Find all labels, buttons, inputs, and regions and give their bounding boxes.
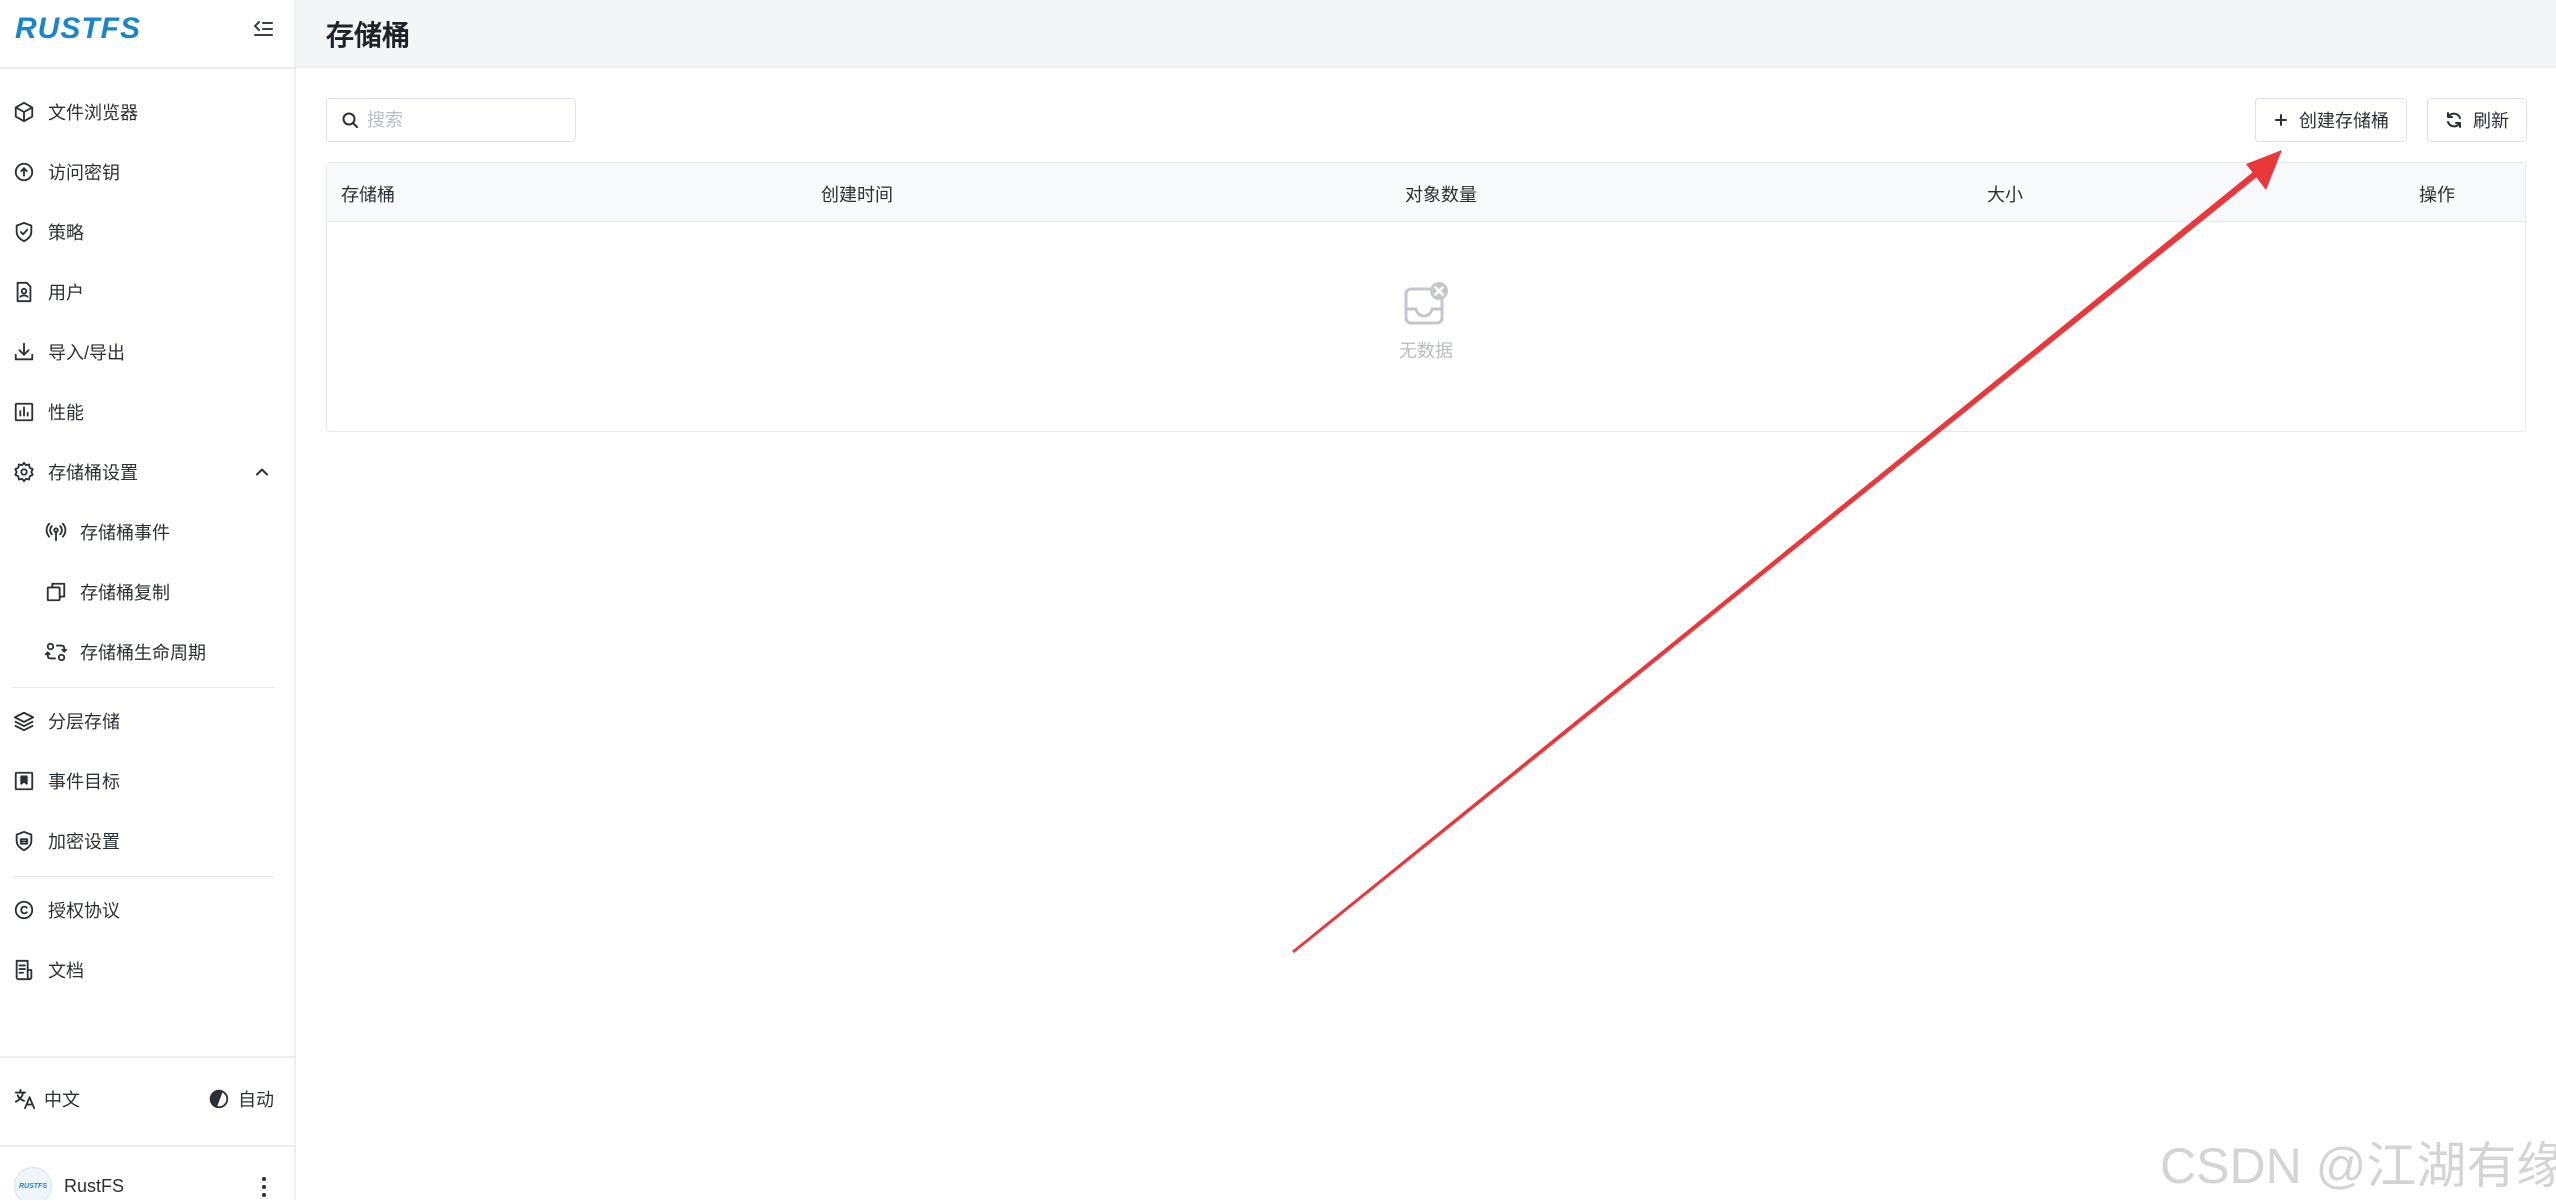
user-more-button[interactable] [252, 1172, 276, 1200]
column-header-actions: 操作 [2419, 185, 2455, 205]
brand-divider [0, 67, 296, 69]
plus-icon [2275, 114, 2287, 126]
nav-divider [12, 687, 274, 688]
bookmark-icon [12, 769, 36, 793]
sidebar-item-label: 事件目标 [48, 772, 120, 792]
more-vertical-icon [262, 1177, 266, 1197]
sidebar-item-event-targets[interactable]: 事件目标 [0, 759, 294, 803]
user-name: RustFS [64, 1175, 125, 1196]
sidebar-item-label: 用户 [48, 283, 84, 303]
sidebar-item-label: 分层存储 [48, 712, 120, 732]
broadcast-icon [44, 520, 68, 544]
app-root: RUSTFS 文件浏览器 访问密钥 策略 用户 导入/导出 性能 存储桶设置 存… [0, 0, 2556, 1200]
sidebar-item-label: 加密设置 [48, 832, 120, 852]
sidebar-item-label: 性能 [48, 403, 84, 423]
refresh-icon [2447, 112, 2461, 128]
watermark: CSDN @江湖有缘 [2160, 1138, 2556, 1194]
empty-inbox-icon [1404, 282, 1448, 325]
topbar: 存储桶 [296, 0, 2556, 68]
box-icon [12, 100, 36, 124]
search-box[interactable] [326, 98, 576, 142]
sidebar-item-bucket-settings[interactable]: 存储桶设置 [0, 450, 294, 494]
create-bucket-label: 创建存储桶 [2299, 111, 2389, 131]
sidebar-item-access-keys[interactable]: 访问密钥 [0, 150, 294, 194]
sidebar-item-label: 策略 [48, 223, 84, 243]
theme-label: 自动 [238, 1090, 274, 1110]
avatar: RUSTFS [14, 1167, 52, 1200]
sidebar-item-import-export[interactable]: 导入/导出 [0, 330, 294, 374]
key-circle-icon [12, 160, 36, 184]
search-input[interactable] [365, 108, 565, 132]
sidebar-item-label: 存储桶设置 [48, 463, 138, 483]
language-label: 中文 [44, 1090, 80, 1110]
brand-logo[interactable]: RUSTFS [15, 12, 141, 46]
user-file-icon [12, 280, 36, 304]
sidebar-item-policies[interactable]: 策略 [0, 210, 294, 254]
sidebar-item-label: 存储桶事件 [80, 523, 170, 543]
copyright-icon [12, 898, 36, 922]
column-header-object-count[interactable]: 对象数量 [1405, 181, 1477, 207]
shield-check-icon [12, 220, 36, 244]
empty-state: 无数据 [327, 281, 2525, 363]
buckets-table: 存储桶 创建时间 对象数量 大小 操作 无数据 [326, 162, 2526, 432]
gear-icon [12, 460, 36, 484]
sidebar-item-label: 存储桶复制 [80, 583, 170, 603]
collapse-icon [253, 21, 273, 36]
document-icon [12, 958, 36, 982]
column-header-created-time[interactable]: 创建时间 [821, 181, 893, 207]
user-profile[interactable]: RUSTFS RustFS [14, 1166, 124, 1200]
chevron-up-icon [252, 462, 272, 482]
sidebar-item-label: 访问密钥 [48, 163, 120, 183]
refresh-button[interactable]: 刷新 [2427, 98, 2527, 142]
bar-chart-icon [12, 400, 36, 424]
encryption-icon [12, 829, 36, 853]
nav-divider [12, 876, 274, 877]
column-header-size[interactable]: 大小 [1987, 181, 2023, 207]
create-bucket-button[interactable]: 创建存储桶 [2255, 98, 2407, 142]
language-switch[interactable]: 中文 [14, 1082, 80, 1116]
sidebar-item-license[interactable]: 授权协议 [0, 888, 294, 932]
download-icon [12, 340, 36, 364]
sidebar-item-docs[interactable]: 文档 [0, 948, 294, 992]
sidebar-item-bucket-replication[interactable]: 存储桶复制 [0, 570, 294, 614]
table-header: 存储桶 创建时间 对象数量 大小 操作 [327, 163, 2525, 222]
sidebar-item-label: 导入/导出 [48, 343, 126, 363]
search-icon [342, 112, 358, 128]
sidebar-item-bucket-lifecycle[interactable]: 存储桶生命周期 [0, 630, 294, 674]
sidebar-item-tiered-storage[interactable]: 分层存储 [0, 699, 294, 743]
sidebar-item-users[interactable]: 用户 [0, 270, 294, 314]
sidebar-item-label: 存储桶生命周期 [80, 643, 206, 663]
lifecycle-icon [44, 640, 68, 664]
sidebar-item-label: 文件浏览器 [48, 103, 138, 123]
theme-auto-icon [209, 1089, 229, 1109]
refresh-label: 刷新 [2473, 111, 2509, 131]
translate-icon [14, 1088, 36, 1110]
copy-icon [44, 580, 68, 604]
sidebar: RUSTFS 文件浏览器 访问密钥 策略 用户 导入/导出 性能 存储桶设置 存… [0, 0, 296, 1200]
user-divider [0, 1145, 296, 1147]
column-header-bucket[interactable]: 存储桶 [341, 181, 395, 207]
empty-text: 无数据 [1399, 341, 1453, 361]
page-title: 存储桶 [326, 20, 411, 51]
theme-switch[interactable]: 自动 [208, 1082, 274, 1116]
footer-divider [0, 1056, 296, 1058]
sidebar-item-encryption[interactable]: 加密设置 [0, 819, 294, 863]
sidebar-item-label: 文档 [48, 961, 84, 981]
layers-icon [12, 709, 36, 733]
sidebar-item-bucket-events[interactable]: 存储桶事件 [0, 510, 294, 554]
sidebar-item-performance[interactable]: 性能 [0, 390, 294, 434]
sidebar-item-file-browser[interactable]: 文件浏览器 [0, 90, 294, 134]
collapse-sidebar-button[interactable] [248, 14, 278, 44]
sidebar-item-label: 授权协议 [48, 901, 120, 921]
